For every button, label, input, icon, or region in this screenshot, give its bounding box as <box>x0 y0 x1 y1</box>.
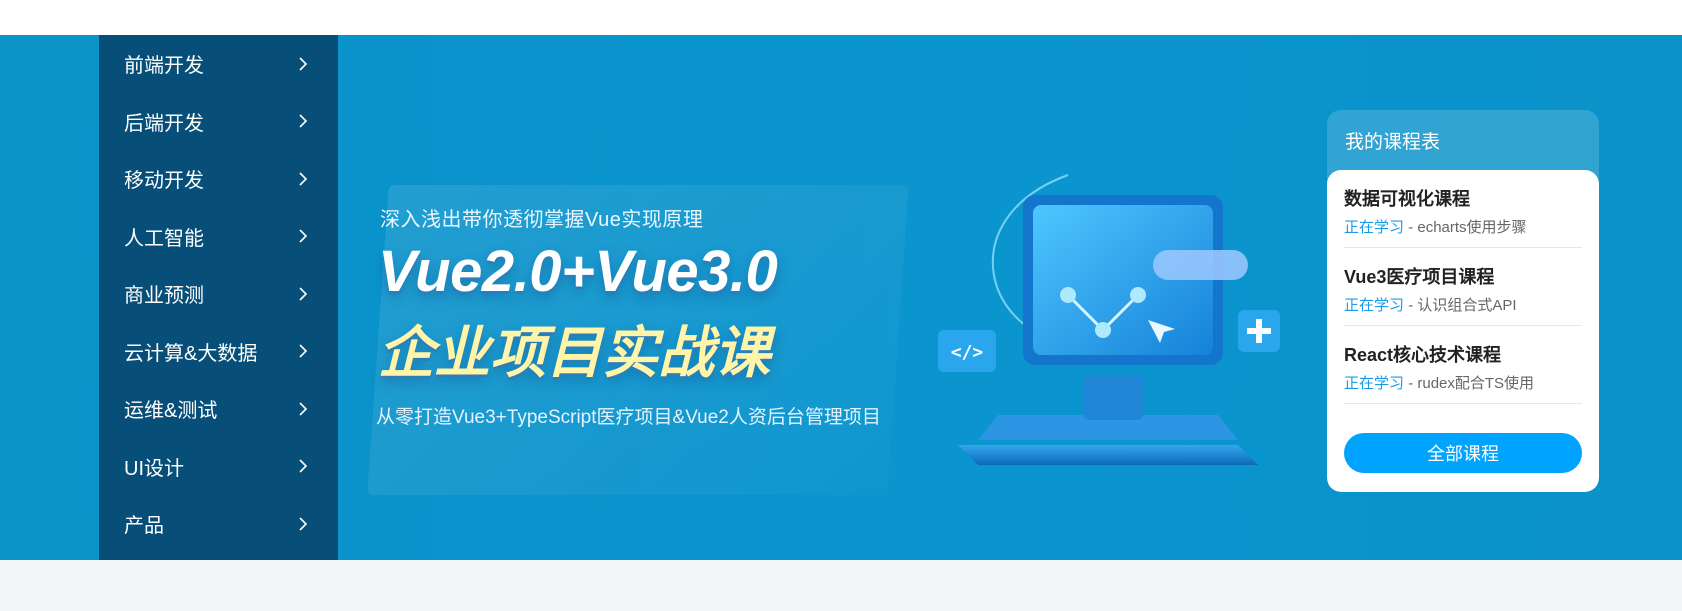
svg-text:</>: </> <box>951 342 984 363</box>
chevron-right-icon <box>294 55 312 73</box>
learning-status: 正在学习 <box>1344 219 1405 236</box>
current-lesson: 认识组合式API <box>1417 297 1517 314</box>
current-lesson: rudex配合TS使用 <box>1417 375 1535 392</box>
course-list: 数据可视化课程 正在学习 - echarts使用步骤 Vue3医疗项目课程 正在… <box>1327 170 1599 492</box>
course-item[interactable]: 数据可视化课程 正在学习 - echarts使用步骤 <box>1344 170 1582 248</box>
status-separator: - <box>1408 219 1414 236</box>
learning-status: 正在学习 <box>1344 375 1405 392</box>
page-content-area <box>0 560 1682 611</box>
course-progress: 正在学习 - rudex配合TS使用 <box>1344 375 1582 393</box>
chevron-right-icon <box>294 342 312 360</box>
chevron-right-icon <box>294 227 312 245</box>
banner-subtitle: 深入浅出带你透彻掌握Vue实现原理 <box>380 209 704 231</box>
chevron-right-icon <box>294 515 312 533</box>
banner-description: 从零打造Vue3+TypeScript医疗项目&Vue2人资后台管理项目 <box>376 407 881 428</box>
chevron-right-icon <box>294 112 312 130</box>
course-progress: 正在学习 - 认识组合式API <box>1344 297 1582 315</box>
current-lesson: echarts使用步骤 <box>1417 219 1527 236</box>
sidebar-item-label: 运维&测试 <box>124 400 218 423</box>
sidebar-item-product[interactable]: 产品 <box>99 495 338 553</box>
course-item[interactable]: Vue3医疗项目课程 正在学习 - 认识组合式API <box>1344 248 1582 326</box>
sidebar-item-business-forecast[interactable]: 商业预测 <box>99 265 338 323</box>
sidebar-item-label: 前端开发 <box>124 55 204 78</box>
sidebar-item-label: 后端开发 <box>124 112 204 135</box>
course-progress: 正在学习 - echarts使用步骤 <box>1344 219 1582 237</box>
sidebar-item-frontend[interactable]: 前端开发 <box>99 35 338 93</box>
course-name: React核心技术课程 <box>1344 345 1502 365</box>
top-white-strip <box>0 0 1682 35</box>
status-separator: - <box>1408 375 1414 392</box>
my-courses-card: 我的课程表 数据可视化课程 正在学习 - echarts使用步骤 Vue3医疗项… <box>1327 110 1599 492</box>
banner-artwork: 深入浅出带你透彻掌握Vue实现原理 Vue2.0+Vue3.0 企业项目实战课 … <box>338 35 1328 560</box>
chevron-right-icon <box>294 285 312 303</box>
sidebar-item-ui-design[interactable]: UI设计 <box>99 438 338 496</box>
sidebar-item-backend[interactable]: 后端开发 <box>99 93 338 151</box>
sidebar-item-label: 商业预测 <box>124 285 204 308</box>
chevron-right-icon <box>294 400 312 418</box>
hero-banner[interactable]: 前端开发 后端开发 移动开发 人工智能 商业预测 云计算&大数据 运维&测试 U… <box>0 35 1682 560</box>
category-sidebar: 前端开发 后端开发 移动开发 人工智能 商业预测 云计算&大数据 运维&测试 U… <box>99 35 338 560</box>
banner-title-line1: Vue2.0+Vue3.0 <box>378 239 778 304</box>
course-name: Vue3医疗项目课程 <box>1344 267 1495 287</box>
sidebar-item-label: 云计算&大数据 <box>124 342 258 365</box>
banner-title-line2: 企业项目实战课 <box>378 321 770 384</box>
sidebar-item-ai[interactable]: 人工智能 <box>99 208 338 266</box>
chevron-right-icon <box>294 457 312 475</box>
learning-status: 正在学习 <box>1344 297 1405 314</box>
my-courses-title: 我的课程表 <box>1345 131 1441 153</box>
computer-illustration: </> <box>938 155 1288 485</box>
sidebar-item-label: 人工智能 <box>124 227 204 250</box>
sidebar-item-ops-testing[interactable]: 运维&测试 <box>99 380 338 438</box>
sidebar-item-mobile[interactable]: 移动开发 <box>99 150 338 208</box>
all-courses-button[interactable]: 全部课程 <box>1344 433 1582 473</box>
sidebar-item-label: UI设计 <box>124 457 184 480</box>
sidebar-item-label: 产品 <box>124 515 164 538</box>
chevron-right-icon <box>294 170 312 188</box>
course-item[interactable]: React核心技术课程 正在学习 - rudex配合TS使用 <box>1344 326 1582 404</box>
course-name: 数据可视化课程 <box>1344 189 1470 209</box>
sidebar-item-label: 移动开发 <box>124 170 204 193</box>
status-separator: - <box>1408 297 1414 314</box>
sidebar-item-cloud-bigdata[interactable]: 云计算&大数据 <box>99 323 338 381</box>
